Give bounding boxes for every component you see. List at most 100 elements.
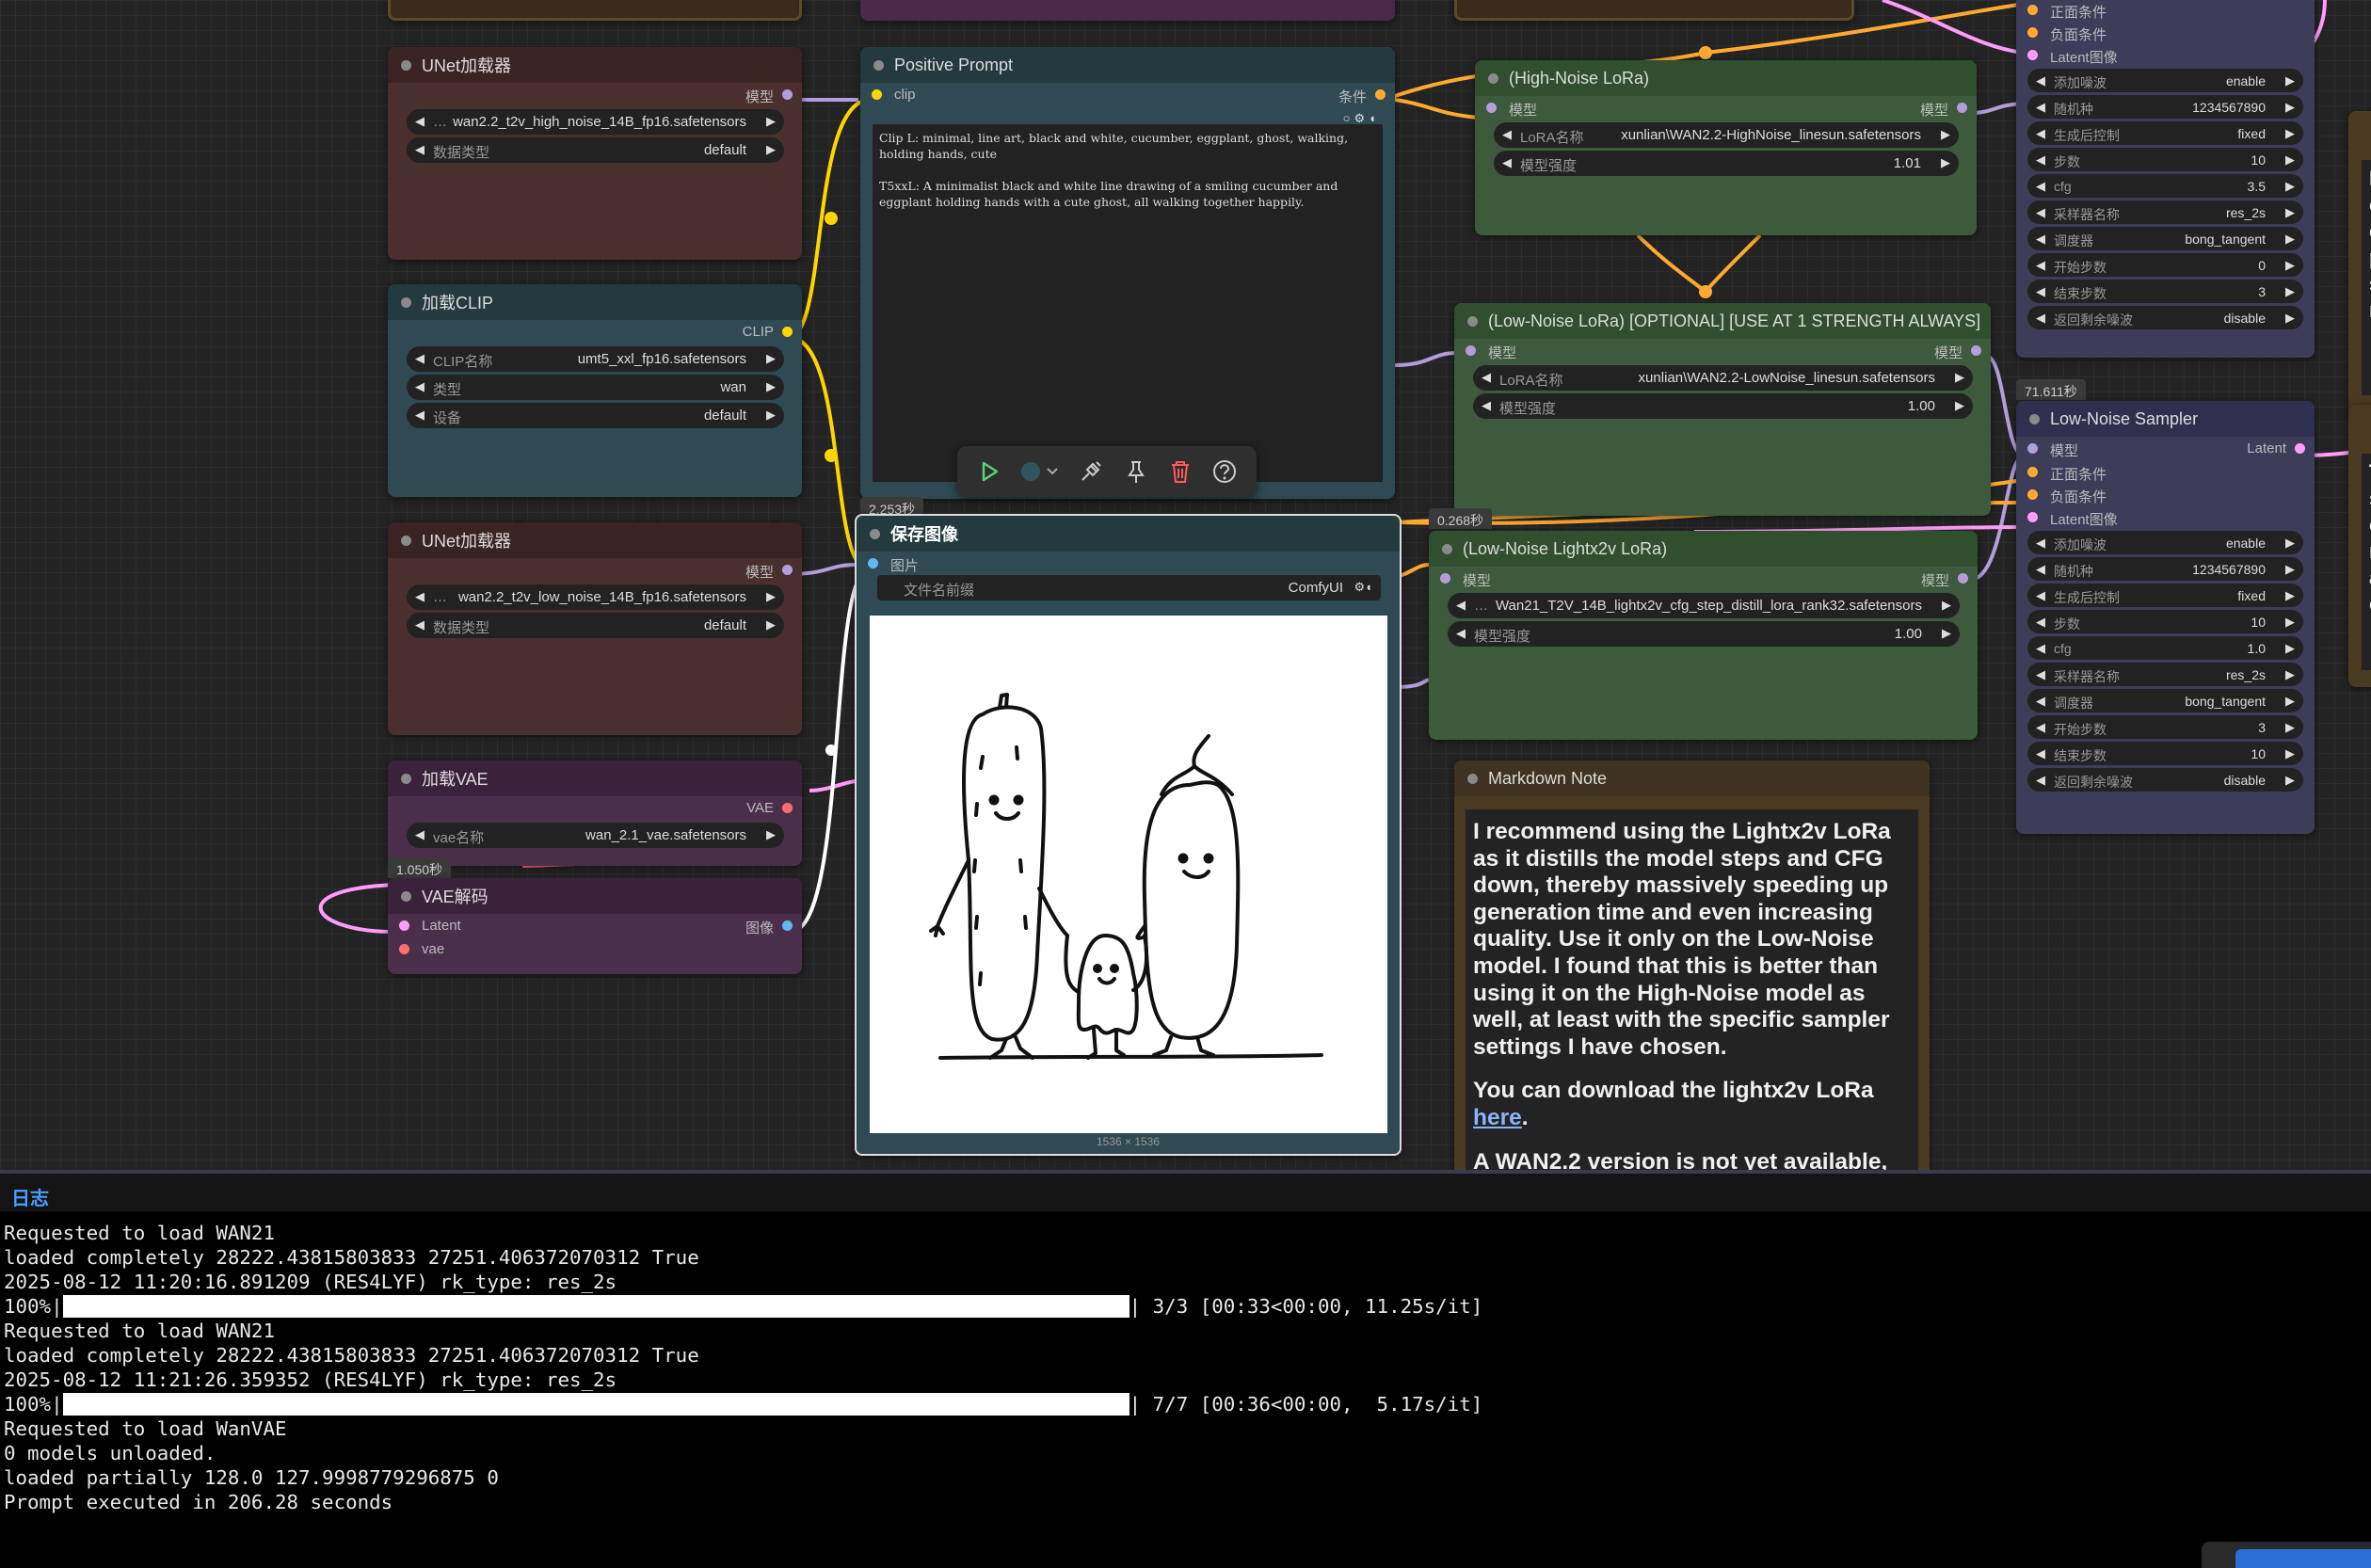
arrow-right-icon[interactable]: ▶	[2285, 615, 2295, 630]
arrow-left-icon[interactable]: ◀	[2036, 100, 2045, 115]
arrow-right-icon[interactable]: ▶	[766, 589, 776, 604]
unet-loader-high-node[interactable]: UNet加载器 模型 ◀… wan2.2_t2v_high_noise_14B_f…	[388, 47, 802, 260]
arrow-right-icon[interactable]: ▶	[1942, 598, 1951, 613]
arrow-right-icon[interactable]: ▶	[2285, 284, 2295, 299]
arrow-left-icon[interactable]: ◀	[2036, 694, 2045, 709]
color-icon[interactable]	[1016, 454, 1065, 489]
sampler-param-widget[interactable]: ◀ 开始步数 3 ▶	[2027, 715, 2303, 739]
node-graph-canvas[interactable]: UNet加载器 模型 ◀… wan2.2_t2v_high_noise_14B_f…	[0, 0, 2371, 1170]
output-model-pin[interactable]	[782, 565, 793, 575]
dtype-widget[interactable]: ◀ 数据类型 default ▶	[407, 137, 784, 163]
lightx2v-lora-node[interactable]: (Low-Noise Lightx2v LoRa) 模型 模型 ◀… Wan21_T…	[1429, 531, 1978, 740]
lora-name-widget[interactable]: ◀ LoRA名称 xunlian\WAN2.2-HighNoise_linesun.…	[1494, 122, 1959, 148]
low-noise-lora-node[interactable]: (Low-Noise LoRa) [OPTIONAL] [USE AT 1 ST…	[1454, 303, 1991, 516]
arrow-right-icon[interactable]: ▶	[2285, 73, 2295, 88]
input-model-pin[interactable]	[2027, 443, 2038, 454]
sampler-param-widget[interactable]: ◀ 调度器 bong_tangent ▶	[2027, 689, 2303, 712]
arrow-right-icon[interactable]: ▶	[766, 827, 776, 842]
filename-prefix-widget[interactable]: 文件名前缀 ComfyUI ⚙◖	[877, 575, 1381, 600]
arrow-left-icon[interactable]: ◀	[2036, 720, 2045, 735]
arrow-right-icon[interactable]: ▶	[2285, 536, 2295, 551]
arrow-right-icon[interactable]: ▶	[1941, 155, 1950, 170]
top-node-partial-1[interactable]	[388, 0, 802, 21]
arrow-right-icon[interactable]: ▶	[2285, 641, 2295, 656]
arrow-right-icon[interactable]: ▶	[766, 351, 776, 366]
sampler-param-widget[interactable]: ◀ 采样器名称 res_2s ▶	[2027, 663, 2303, 686]
node-title[interactable]: 保存图像	[857, 516, 1400, 552]
pin-icon[interactable]	[1118, 454, 1154, 489]
sampler-param-widget[interactable]: ◀ 随机种 1234567890 ▶	[2027, 557, 2303, 581]
output-vae-pin[interactable]	[782, 803, 793, 813]
sampler-param-widget[interactable]: ◀ 返回剩余噪波 disable ▶	[2027, 768, 2303, 792]
arrow-left-icon[interactable]: ◀	[415, 351, 425, 366]
download-link[interactable]: here	[1473, 1105, 1522, 1130]
input-pin[interactable]	[2027, 512, 2038, 522]
arrow-right-icon[interactable]: ▶	[766, 142, 776, 157]
arrow-right-icon[interactable]: ▶	[2285, 746, 2295, 761]
arrow-right-icon[interactable]: ▶	[2285, 126, 2295, 141]
arrow-right-icon[interactable]: ▶	[2285, 179, 2295, 194]
node-title[interactable]: VAE解码	[388, 878, 802, 914]
sampler-param-widget[interactable]: ◀ 开始步数 0 ▶	[2027, 253, 2303, 277]
sampler-param-widget[interactable]: ◀ 返回剩余噪波 disable ▶	[2027, 306, 2303, 329]
node-title[interactable]: Positive Prompt	[860, 47, 1395, 83]
node-title[interactable]: Low-Noise Sampler	[2016, 401, 2315, 437]
positive-prompt-node[interactable]: Positive Prompt clip 条件 ○⚙◖ Clip L: minim…	[860, 47, 1395, 499]
arrow-left-icon[interactable]: ◀	[2036, 746, 2045, 761]
strength-widget[interactable]: ◀ 模型强度 1.00 ▶	[1448, 621, 1960, 647]
input-vae-pin[interactable]	[399, 944, 409, 954]
sampler-param-widget[interactable]: ◀ 添加噪波 enable ▶	[2027, 531, 2303, 554]
arrow-left-icon[interactable]: ◀	[2036, 73, 2045, 88]
high-noise-lora-node[interactable]: (High-Noise LoRa) 模型 模型 ◀ LoRA名称 xunlian\WA…	[1475, 60, 1977, 235]
arrow-right-icon[interactable]: ▶	[766, 408, 776, 423]
sampler-param-widget[interactable]: ◀ 随机种 1234567890 ▶	[2027, 95, 2303, 119]
prompt-textarea[interactable]: Clip L: minimal, line art, black and whi…	[873, 124, 1383, 482]
arrow-left-icon[interactable]: ◀	[415, 379, 425, 394]
markdown-content[interactable]: I recommend using the Lightx2v LoRa as i…	[1466, 809, 1918, 1170]
input-pin[interactable]	[2027, 489, 2038, 500]
input-latent-pin[interactable]	[399, 920, 409, 931]
vae-loader-node[interactable]: 加载VAE VAE ◀ vae名称 wan_2.1_vae.safetensors ▶	[388, 760, 802, 866]
arrow-left-icon[interactable]: ◀	[2036, 179, 2045, 194]
arrow-right-icon[interactable]: ▶	[2285, 720, 2295, 735]
lora-name-widget[interactable]: ◀… Wan21_T2V_14B_lightx2v_cfg_step_distil…	[1448, 593, 1960, 618]
top-node-partial-3[interactable]	[1454, 0, 1854, 21]
bypass-icon[interactable]	[1073, 454, 1109, 489]
arrow-right-icon[interactable]: ▶	[766, 379, 776, 394]
arrow-left-icon[interactable]: ◀	[2036, 562, 2045, 577]
arrow-right-icon[interactable]: ▶	[2285, 773, 2295, 788]
strength-widget[interactable]: ◀ 模型强度 1.01 ▶	[1494, 151, 1959, 176]
arrow-left-icon[interactable]: ◀	[2036, 205, 2045, 220]
play-icon[interactable]	[971, 454, 1007, 489]
sampler-param-widget[interactable]: ◀ 步数 10 ▶	[2027, 148, 2303, 171]
arrow-right-icon[interactable]: ▶	[2285, 694, 2295, 709]
input-pin[interactable]	[2027, 467, 2038, 477]
sampler-param-widget[interactable]: ◀ 生成后控制 fixed ▶	[2027, 121, 2303, 145]
arrow-left-icon[interactable]: ◀	[1502, 127, 1512, 142]
right-edge-note-2[interactable]: Tscrac	[2348, 405, 2371, 687]
dtype-widget[interactable]: ◀ 数据类型 default ▶	[407, 613, 784, 638]
arrow-right-icon[interactable]: ▶	[766, 114, 776, 129]
arrow-left-icon[interactable]: ◀	[2036, 258, 2045, 273]
help-icon[interactable]	[1207, 454, 1242, 489]
top-node-partial-2[interactable]	[860, 0, 1395, 21]
arrow-right-icon[interactable]: ▶	[2285, 232, 2295, 247]
input-images-pin[interactable]	[868, 558, 878, 568]
arrow-left-icon[interactable]: ◀	[2036, 232, 2045, 247]
input-pin[interactable]	[2027, 5, 2038, 15]
node-title[interactable]: Markdown Note	[1454, 760, 1930, 796]
output-image-pin[interactable]	[782, 920, 793, 931]
clip-device-widget[interactable]: ◀ 设备 default ▶	[407, 403, 784, 428]
arrow-left-icon[interactable]: ◀	[2036, 284, 2045, 299]
vae-name-widget[interactable]: ◀ vae名称 wan_2.1_vae.safetensors ▶	[407, 823, 784, 848]
arrow-left-icon[interactable]: ◀	[2036, 536, 2045, 551]
arrow-left-icon[interactable]: ◀	[2036, 311, 2045, 326]
clip-type-widget[interactable]: ◀ 类型 wan ▶	[407, 375, 784, 400]
node-title[interactable]: (Low-Noise Lightx2v LoRa)	[1429, 531, 1978, 567]
arrow-right-icon[interactable]: ▶	[2285, 258, 2295, 273]
arrow-left-icon[interactable]: ◀	[2036, 588, 2045, 603]
sampler-param-widget[interactable]: ◀ 采样器名称 res_2s ▶	[2027, 200, 2303, 224]
sampler-param-widget[interactable]: ◀ 结束步数 3 ▶	[2027, 280, 2303, 303]
arrow-left-icon[interactable]: ◀	[415, 114, 425, 129]
clip-name-widget[interactable]: ◀ CLIP名称 umt5_xxl_fp16.safetensors ▶	[407, 346, 784, 372]
